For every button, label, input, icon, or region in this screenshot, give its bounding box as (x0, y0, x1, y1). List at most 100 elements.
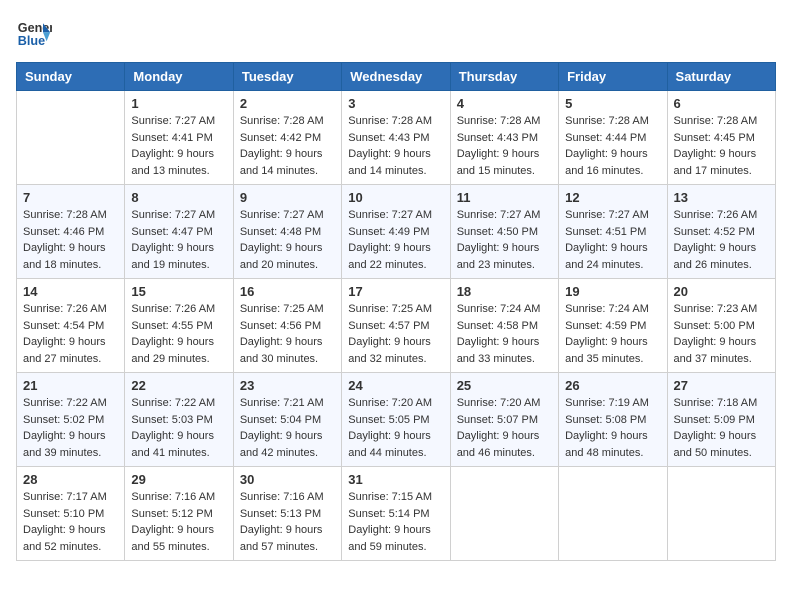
day-info: Sunrise: 7:27 AMSunset: 4:51 PMDaylight:… (565, 207, 660, 273)
weekday-header-cell: Saturday (667, 63, 775, 91)
sunset-text: Sunset: 4:45 PM (674, 130, 769, 147)
page-header: General Blue (16, 16, 776, 52)
day-info: Sunrise: 7:27 AMSunset: 4:49 PMDaylight:… (348, 207, 443, 273)
calendar-cell: 7Sunrise: 7:28 AMSunset: 4:46 PMDaylight… (17, 185, 125, 279)
day-number: 31 (348, 472, 443, 487)
calendar-cell: 23Sunrise: 7:21 AMSunset: 5:04 PMDayligh… (233, 373, 341, 467)
day-info: Sunrise: 7:27 AMSunset: 4:48 PMDaylight:… (240, 207, 335, 273)
day-info: Sunrise: 7:19 AMSunset: 5:08 PMDaylight:… (565, 395, 660, 461)
day-info: Sunrise: 7:15 AMSunset: 5:14 PMDaylight:… (348, 489, 443, 555)
calendar-cell: 21Sunrise: 7:22 AMSunset: 5:02 PMDayligh… (17, 373, 125, 467)
daylight-text: Daylight: 9 hours and 27 minutes. (23, 334, 118, 367)
calendar-table: SundayMondayTuesdayWednesdayThursdayFrid… (16, 62, 776, 561)
weekday-header-cell: Tuesday (233, 63, 341, 91)
calendar-cell: 12Sunrise: 7:27 AMSunset: 4:51 PMDayligh… (559, 185, 667, 279)
sunset-text: Sunset: 4:44 PM (565, 130, 660, 147)
daylight-text: Daylight: 9 hours and 19 minutes. (131, 240, 226, 273)
sunset-text: Sunset: 5:13 PM (240, 506, 335, 523)
day-number: 20 (674, 284, 769, 299)
sunset-text: Sunset: 4:49 PM (348, 224, 443, 241)
sunrise-text: Sunrise: 7:28 AM (674, 113, 769, 130)
sunrise-text: Sunrise: 7:28 AM (565, 113, 660, 130)
daylight-text: Daylight: 9 hours and 33 minutes. (457, 334, 552, 367)
weekday-header-cell: Wednesday (342, 63, 450, 91)
day-number: 1 (131, 96, 226, 111)
day-info: Sunrise: 7:27 AMSunset: 4:50 PMDaylight:… (457, 207, 552, 273)
calendar-cell: 3Sunrise: 7:28 AMSunset: 4:43 PMDaylight… (342, 91, 450, 185)
day-number: 9 (240, 190, 335, 205)
daylight-text: Daylight: 9 hours and 55 minutes. (131, 522, 226, 555)
daylight-text: Daylight: 9 hours and 37 minutes. (674, 334, 769, 367)
sunrise-text: Sunrise: 7:26 AM (674, 207, 769, 224)
sunset-text: Sunset: 4:43 PM (348, 130, 443, 147)
calendar-cell: 1Sunrise: 7:27 AMSunset: 4:41 PMDaylight… (125, 91, 233, 185)
sunset-text: Sunset: 5:05 PM (348, 412, 443, 429)
sunrise-text: Sunrise: 7:20 AM (457, 395, 552, 412)
sunset-text: Sunset: 4:47 PM (131, 224, 226, 241)
sunrise-text: Sunrise: 7:27 AM (457, 207, 552, 224)
sunrise-text: Sunrise: 7:17 AM (23, 489, 118, 506)
daylight-text: Daylight: 9 hours and 44 minutes. (348, 428, 443, 461)
day-number: 22 (131, 378, 226, 393)
weekday-header-cell: Friday (559, 63, 667, 91)
calendar-week-row: 7Sunrise: 7:28 AMSunset: 4:46 PMDaylight… (17, 185, 776, 279)
calendar-cell: 16Sunrise: 7:25 AMSunset: 4:56 PMDayligh… (233, 279, 341, 373)
calendar-cell: 8Sunrise: 7:27 AMSunset: 4:47 PMDaylight… (125, 185, 233, 279)
day-info: Sunrise: 7:25 AMSunset: 4:56 PMDaylight:… (240, 301, 335, 367)
sunrise-text: Sunrise: 7:23 AM (674, 301, 769, 318)
logo: General Blue (16, 16, 52, 52)
calendar-week-row: 1Sunrise: 7:27 AMSunset: 4:41 PMDaylight… (17, 91, 776, 185)
day-info: Sunrise: 7:17 AMSunset: 5:10 PMDaylight:… (23, 489, 118, 555)
sunrise-text: Sunrise: 7:28 AM (23, 207, 118, 224)
sunrise-text: Sunrise: 7:22 AM (131, 395, 226, 412)
sunrise-text: Sunrise: 7:27 AM (240, 207, 335, 224)
sunset-text: Sunset: 4:56 PM (240, 318, 335, 335)
calendar-week-row: 28Sunrise: 7:17 AMSunset: 5:10 PMDayligh… (17, 467, 776, 561)
calendar-cell: 2Sunrise: 7:28 AMSunset: 4:42 PMDaylight… (233, 91, 341, 185)
calendar-cell: 30Sunrise: 7:16 AMSunset: 5:13 PMDayligh… (233, 467, 341, 561)
sunrise-text: Sunrise: 7:22 AM (23, 395, 118, 412)
sunrise-text: Sunrise: 7:26 AM (23, 301, 118, 318)
calendar-body: 1Sunrise: 7:27 AMSunset: 4:41 PMDaylight… (17, 91, 776, 561)
sunset-text: Sunset: 5:00 PM (674, 318, 769, 335)
sunrise-text: Sunrise: 7:27 AM (131, 113, 226, 130)
sunset-text: Sunset: 5:04 PM (240, 412, 335, 429)
sunrise-text: Sunrise: 7:21 AM (240, 395, 335, 412)
day-info: Sunrise: 7:26 AMSunset: 4:54 PMDaylight:… (23, 301, 118, 367)
sunrise-text: Sunrise: 7:26 AM (131, 301, 226, 318)
sunrise-text: Sunrise: 7:25 AM (348, 301, 443, 318)
calendar-cell: 5Sunrise: 7:28 AMSunset: 4:44 PMDaylight… (559, 91, 667, 185)
day-number: 6 (674, 96, 769, 111)
daylight-text: Daylight: 9 hours and 22 minutes. (348, 240, 443, 273)
calendar-cell (559, 467, 667, 561)
calendar-cell: 19Sunrise: 7:24 AMSunset: 4:59 PMDayligh… (559, 279, 667, 373)
daylight-text: Daylight: 9 hours and 30 minutes. (240, 334, 335, 367)
day-number: 11 (457, 190, 552, 205)
day-number: 24 (348, 378, 443, 393)
day-info: Sunrise: 7:16 AMSunset: 5:12 PMDaylight:… (131, 489, 226, 555)
sunset-text: Sunset: 4:51 PM (565, 224, 660, 241)
daylight-text: Daylight: 9 hours and 42 minutes. (240, 428, 335, 461)
daylight-text: Daylight: 9 hours and 13 minutes. (131, 146, 226, 179)
sunrise-text: Sunrise: 7:18 AM (674, 395, 769, 412)
day-number: 13 (674, 190, 769, 205)
day-info: Sunrise: 7:25 AMSunset: 4:57 PMDaylight:… (348, 301, 443, 367)
daylight-text: Daylight: 9 hours and 48 minutes. (565, 428, 660, 461)
day-number: 21 (23, 378, 118, 393)
day-number: 30 (240, 472, 335, 487)
sunset-text: Sunset: 5:02 PM (23, 412, 118, 429)
daylight-text: Daylight: 9 hours and 15 minutes. (457, 146, 552, 179)
daylight-text: Daylight: 9 hours and 52 minutes. (23, 522, 118, 555)
calendar-cell: 25Sunrise: 7:20 AMSunset: 5:07 PMDayligh… (450, 373, 558, 467)
day-info: Sunrise: 7:26 AMSunset: 4:55 PMDaylight:… (131, 301, 226, 367)
calendar-cell: 6Sunrise: 7:28 AMSunset: 4:45 PMDaylight… (667, 91, 775, 185)
daylight-text: Daylight: 9 hours and 59 minutes. (348, 522, 443, 555)
day-number: 27 (674, 378, 769, 393)
day-info: Sunrise: 7:28 AMSunset: 4:44 PMDaylight:… (565, 113, 660, 179)
logo-icon: General Blue (16, 16, 52, 52)
sunset-text: Sunset: 4:50 PM (457, 224, 552, 241)
daylight-text: Daylight: 9 hours and 29 minutes. (131, 334, 226, 367)
day-info: Sunrise: 7:27 AMSunset: 4:47 PMDaylight:… (131, 207, 226, 273)
daylight-text: Daylight: 9 hours and 26 minutes. (674, 240, 769, 273)
sunset-text: Sunset: 4:59 PM (565, 318, 660, 335)
